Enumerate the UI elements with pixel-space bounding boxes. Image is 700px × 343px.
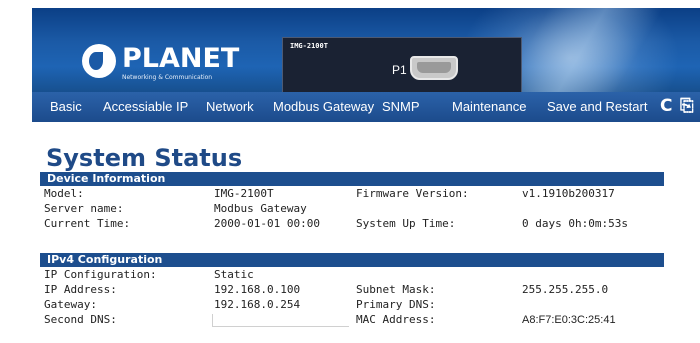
logo-tagline: Networking & Communication (122, 74, 213, 81)
current-time-value: 2000-01-01 00:00 (214, 217, 320, 230)
model-value: IMG-2100T (214, 187, 274, 200)
info-row: Gateway: 192.168.0.254 Primary DNS: (40, 298, 664, 312)
section-title: IPv4 Configuration (47, 253, 163, 266)
mac-address-value: A8:F7:E0:3C:25:41 (522, 314, 616, 326)
port-label: P1 (392, 63, 407, 77)
ip-configuration-value: Static (214, 268, 254, 281)
second-dns-empty-box (212, 314, 349, 327)
info-row: Server name: Modbus Gateway (40, 202, 664, 216)
nav-snmp[interactable]: SNMP (382, 99, 420, 114)
nav-maintenance[interactable]: Maintenance (452, 99, 526, 114)
info-row: Model: IMG-2100T Firmware Version: v1.19… (40, 187, 664, 201)
serial-port-icon (410, 56, 458, 80)
info-row: IP Address: 192.168.0.100 Subnet Mask: 2… (40, 283, 664, 297)
exit-icon[interactable]: ⎘ (680, 96, 694, 116)
system-up-time-value: 0 days 0h:0m:53s (522, 217, 628, 230)
subnet-mask-label: Subnet Mask: (356, 283, 436, 296)
device-model-label: IMG-2100T (290, 42, 328, 50)
ip-address-value: 192.168.0.100 (214, 283, 301, 296)
nav-modbus-gateway[interactable]: Modbus Gateway (273, 99, 374, 114)
server-name-label: Server name: (44, 202, 124, 215)
nav-basic[interactable]: Basic (50, 99, 82, 114)
section-device-information: Device Information (40, 172, 664, 186)
page-left-margin (0, 0, 32, 343)
model-label: Model: (44, 187, 84, 200)
planet-logo-icon (82, 44, 116, 78)
gateway-label: Gateway: (44, 298, 97, 311)
page-title: System Status (46, 144, 243, 172)
current-time-label: Current Time: (44, 217, 131, 230)
nav-network[interactable]: Network (206, 99, 254, 114)
logo-text: PLANET (122, 43, 240, 74)
header-banner: PLANET Networking & Communication IMG-21… (32, 8, 700, 92)
second-dns-label: Second DNS: (44, 313, 117, 326)
device-panel: IMG-2100T P1 (282, 37, 522, 92)
section-title: Device Information (47, 172, 166, 185)
section-ipv4-configuration: IPv4 Configuration (40, 253, 664, 267)
ip-address-label: IP Address: (44, 283, 117, 296)
page-top-margin (32, 0, 700, 8)
ip-configuration-label: IP Configuration: (44, 268, 157, 281)
main-nav: Basic Accessiable IP Network Modbus Gate… (32, 92, 700, 122)
firmware-version-value: v1.1910b200317 (522, 187, 615, 200)
nav-accessible-ip[interactable]: Accessiable IP (103, 99, 188, 114)
browser-viewport: PLANET Networking & Communication IMG-21… (0, 0, 700, 343)
refresh-icon[interactable]: C (660, 96, 672, 116)
info-row: Current Time: 2000-01-01 00:00 System Up… (40, 217, 664, 231)
nav-save-and-restart[interactable]: Save and Restart (547, 99, 647, 114)
system-up-time-label: System Up Time: (356, 217, 456, 230)
server-name-value: Modbus Gateway (214, 202, 307, 215)
subnet-mask-value: 255.255.255.0 (522, 283, 609, 296)
primary-dns-label: Primary DNS: (356, 298, 436, 311)
gateway-value: 192.168.0.254 (214, 298, 301, 311)
info-row: IP Configuration: Static (40, 268, 664, 282)
info-row: Second DNS: MAC Address: A8:F7:E0:3C:25:… (40, 313, 664, 327)
firmware-version-label: Firmware Version: (356, 187, 469, 200)
mac-address-label: MAC Address: (356, 313, 436, 326)
